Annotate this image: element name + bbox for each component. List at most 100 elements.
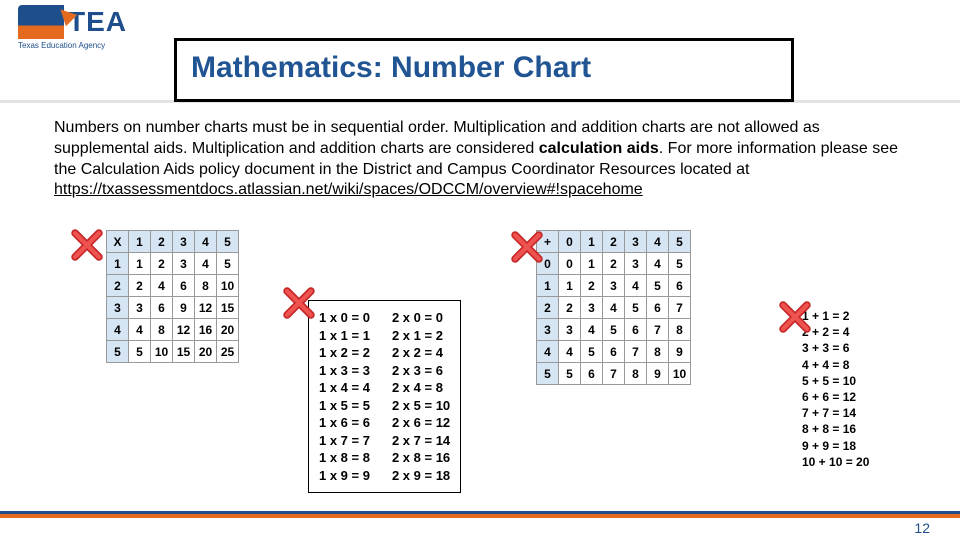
- addition-doubles-list: 1 + 1 = 2 2 + 2 = 4 3 + 3 = 6 4 + 4 = 8 …: [802, 308, 869, 470]
- add-cell: 6: [581, 363, 603, 385]
- mult-row-header: 1: [107, 253, 129, 275]
- add-cell: 4: [647, 253, 669, 275]
- add-col-header: 0: [559, 231, 581, 253]
- mult-cell: 3: [173, 253, 195, 275]
- mult-row-header: 2: [107, 275, 129, 297]
- mult-cell: 8: [195, 275, 217, 297]
- add-cell: 2: [559, 297, 581, 319]
- add-cell: 6: [603, 341, 625, 363]
- mult-col-header: 5: [217, 231, 239, 253]
- mult-cell: 9: [173, 297, 195, 319]
- mult-col-header: 1: [129, 231, 151, 253]
- mult-row-header: 4: [107, 319, 129, 341]
- add-cell: 3: [603, 275, 625, 297]
- add-cell: 5: [625, 297, 647, 319]
- page-number: 12: [914, 520, 930, 536]
- add-cell: 5: [647, 275, 669, 297]
- mult-cell: 10: [217, 275, 239, 297]
- add-row-header: 4: [537, 341, 559, 363]
- resources-link[interactable]: https://txassessmentdocs.atlassian.net/w…: [54, 181, 643, 198]
- tea-logo: TEA Texas Education Agency: [18, 5, 128, 60]
- add-cell: 4: [625, 275, 647, 297]
- mult-cell: 20: [195, 341, 217, 363]
- add-cell: 4: [559, 341, 581, 363]
- mult-cell: 12: [173, 319, 195, 341]
- mult-cell: 15: [217, 297, 239, 319]
- not-allowed-x-icon: [510, 230, 544, 264]
- page-title: Mathematics: Number Chart: [191, 51, 777, 85]
- add-col-header: 3: [625, 231, 647, 253]
- mult-cell: 3: [129, 297, 151, 319]
- body-bold: calculation aids: [539, 140, 659, 157]
- add-cell: 5: [669, 253, 691, 275]
- title-box: Mathematics: Number Chart: [174, 38, 794, 102]
- add-col-header: 5: [669, 231, 691, 253]
- mult-cell: 25: [217, 341, 239, 363]
- mult-cell: 6: [173, 275, 195, 297]
- add-cell: 7: [625, 341, 647, 363]
- add-cell: 10: [669, 363, 691, 385]
- mult-col-header: 4: [195, 231, 217, 253]
- add-cell: 7: [603, 363, 625, 385]
- mult-cell: 8: [151, 319, 173, 341]
- add-col-header: 1: [581, 231, 603, 253]
- mult-cell: 20: [217, 319, 239, 341]
- addition-chart: + 0 1 2 3 4 5 0012345 1123456 2234567 33…: [536, 230, 691, 385]
- mult-col-header: 3: [173, 231, 195, 253]
- mult-cell: 2: [151, 253, 173, 275]
- mult-row-header: 3: [107, 297, 129, 319]
- add-cell: 8: [669, 319, 691, 341]
- not-allowed-x-icon: [70, 228, 104, 262]
- mult-cell: 6: [151, 297, 173, 319]
- add-cell: 2: [581, 275, 603, 297]
- add-row-header: 5: [537, 363, 559, 385]
- logo-subtitle: Texas Education Agency: [18, 41, 128, 50]
- add-cell: 4: [581, 319, 603, 341]
- mult-cell: 4: [195, 253, 217, 275]
- add-cell: 5: [581, 341, 603, 363]
- mult-cell: 1: [129, 253, 151, 275]
- add-cell: 7: [669, 297, 691, 319]
- not-allowed-x-icon: [778, 300, 812, 334]
- add-cell: 9: [647, 363, 669, 385]
- add-cell: 3: [581, 297, 603, 319]
- mult-cell: 4: [151, 275, 173, 297]
- mult-cell: 12: [195, 297, 217, 319]
- mult-cell: 16: [195, 319, 217, 341]
- mult-cell: 4: [129, 319, 151, 341]
- body-paragraph: Numbers on number charts must be in sequ…: [54, 118, 914, 201]
- multiplication-facts-list: 1 x 0 = 0 1 x 1 = 1 1 x 2 = 2 1 x 3 = 3 …: [308, 300, 461, 493]
- add-cell: 8: [647, 341, 669, 363]
- multiplication-chart: X 1 2 3 4 5 112345 2246810 33691215 4481…: [106, 230, 239, 363]
- add-cell: 9: [669, 341, 691, 363]
- add-col-header: 4: [647, 231, 669, 253]
- add-cell: 6: [625, 319, 647, 341]
- footer-rule: [0, 514, 960, 518]
- add-col-header: 2: [603, 231, 625, 253]
- facts-col-2: 2 x 0 = 0 2 x 1 = 2 2 x 2 = 4 2 x 3 = 6 …: [392, 309, 450, 484]
- mult-row-header: 5: [107, 341, 129, 363]
- mult-cell: 10: [151, 341, 173, 363]
- add-cell: 5: [603, 319, 625, 341]
- add-cell: 3: [625, 253, 647, 275]
- add-cell: 3: [559, 319, 581, 341]
- logo-mark-icon: [18, 5, 64, 39]
- add-cell: 5: [559, 363, 581, 385]
- add-cell: 8: [625, 363, 647, 385]
- add-cell: 6: [647, 297, 669, 319]
- add-cell: 6: [669, 275, 691, 297]
- mult-cell: 5: [129, 341, 151, 363]
- add-cell: 1: [581, 253, 603, 275]
- add-cell: 4: [603, 297, 625, 319]
- mult-cell: 15: [173, 341, 195, 363]
- mult-cell: 2: [129, 275, 151, 297]
- add-row-header: 3: [537, 319, 559, 341]
- logo-text: TEA: [68, 6, 127, 38]
- mult-col-header: 2: [151, 231, 173, 253]
- add-cell: 0: [559, 253, 581, 275]
- not-allowed-x-icon: [282, 286, 316, 320]
- add-row-header: 2: [537, 297, 559, 319]
- mult-corner: X: [107, 231, 129, 253]
- add-cell: 7: [647, 319, 669, 341]
- add-row-header: 1: [537, 275, 559, 297]
